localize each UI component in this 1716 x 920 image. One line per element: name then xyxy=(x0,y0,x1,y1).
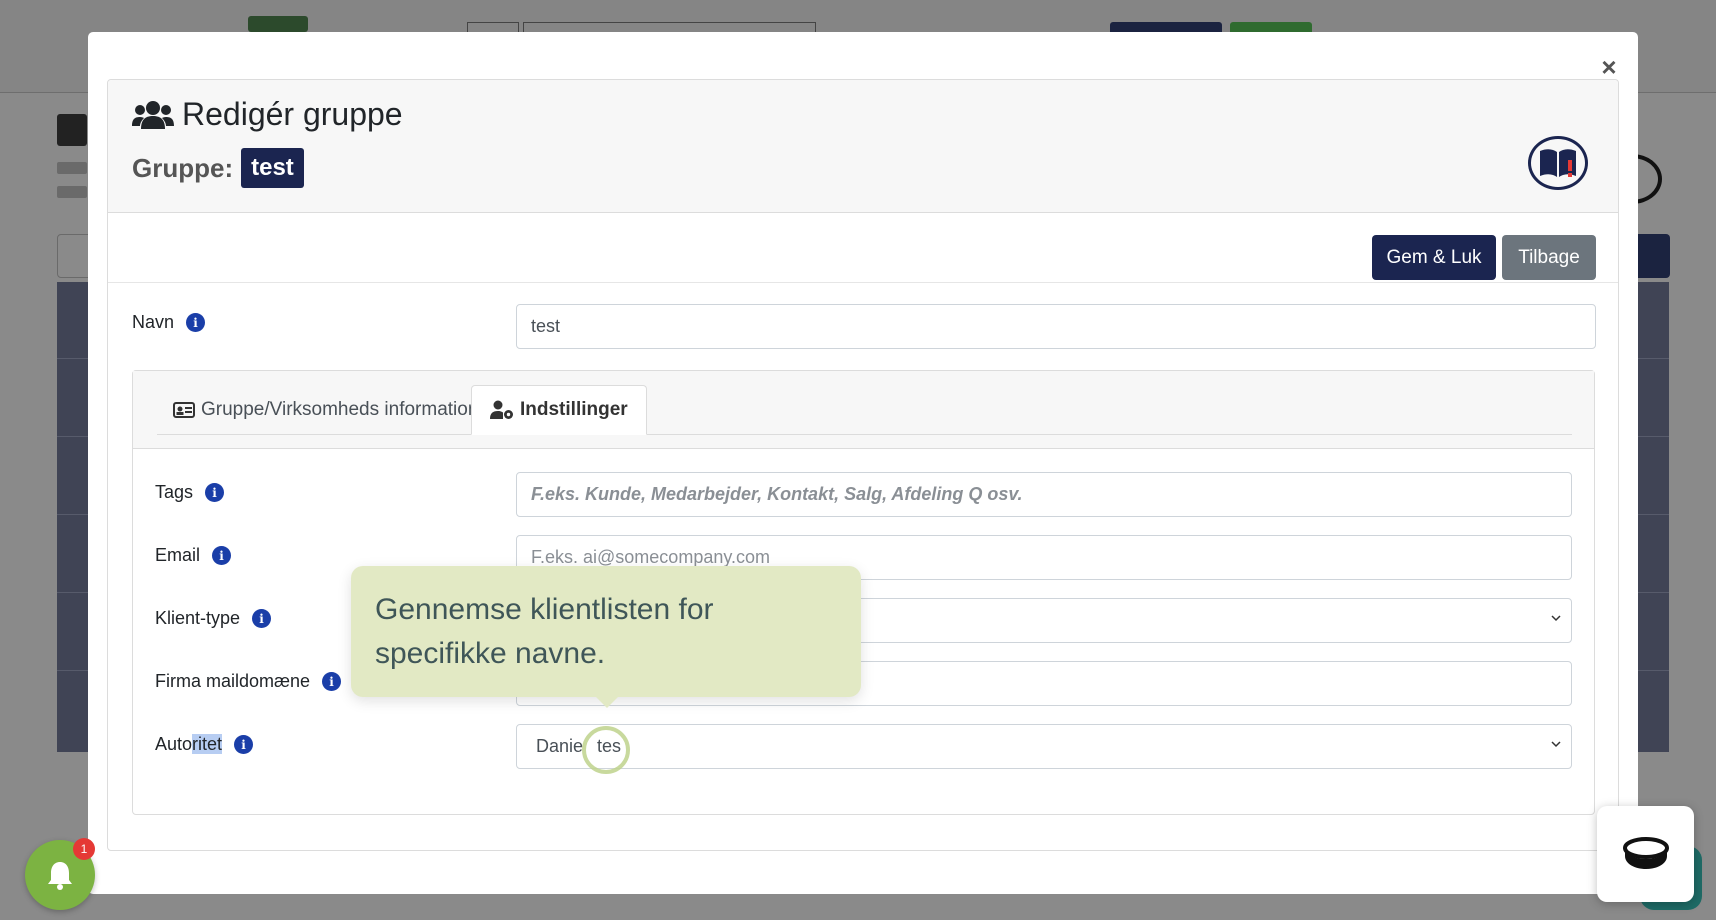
click-target-indicator xyxy=(582,726,630,774)
page-title: Redigér gruppe xyxy=(132,96,403,133)
authority-label-highlight: ritet xyxy=(192,734,223,754)
tab-group-info-label: Gruppe/Virksomheds information xyxy=(201,399,479,420)
authority-value-a: Danie xyxy=(536,736,584,756)
name-input[interactable]: test xyxy=(516,304,1596,349)
info-icon[interactable]: i xyxy=(186,313,206,332)
background-text xyxy=(57,186,87,198)
group-name-badge: test xyxy=(241,148,304,188)
bell-icon xyxy=(48,862,72,890)
help-book-icon[interactable] xyxy=(1528,136,1588,190)
tags-input[interactable]: F.eks. Kunde, Medarbejder, Kontakt, Salg… xyxy=(516,472,1572,517)
card-header: Redigér gruppe Gruppe: test xyxy=(108,80,1618,213)
chat-widget-button[interactable] xyxy=(1597,806,1694,902)
authority-field-row: Autoritet i xyxy=(155,734,254,755)
chevron-down-icon xyxy=(1551,615,1561,622)
mail-domain-field-row: Firma maildomæne i xyxy=(155,671,342,692)
edit-group-card: Redigér gruppe Gruppe: test Gem & Luk Ti… xyxy=(107,79,1619,851)
info-icon[interactable]: i xyxy=(252,609,272,628)
name-field-row: Navn i xyxy=(132,312,206,333)
info-icon[interactable]: i xyxy=(205,483,225,502)
group-subtitle: Gruppe: test xyxy=(132,148,304,188)
authority-select[interactable]: Danie tes xyxy=(516,724,1572,769)
authority-label: Autoritet xyxy=(155,734,223,755)
group-label: Gruppe: xyxy=(132,152,234,183)
user-gear-icon xyxy=(490,400,513,419)
back-button[interactable]: Tilbage xyxy=(1502,235,1596,280)
name-label: Navn xyxy=(132,312,175,332)
email-placeholder: F.eks. ai@somecompany.com xyxy=(531,547,771,567)
client-type-label: Klient-type xyxy=(155,608,241,628)
notification-count-badge: 1 xyxy=(73,838,95,860)
name-input-value: test xyxy=(531,316,561,336)
info-icon[interactable]: i xyxy=(234,735,254,754)
background-logo xyxy=(248,16,308,32)
client-type-field-row: Klient-type i xyxy=(155,608,272,629)
authority-label-prefix: Auto xyxy=(155,734,193,754)
tooltip-text: Gennemse klientlisten for specifikke nav… xyxy=(375,593,714,670)
info-icon[interactable]: i xyxy=(322,672,342,691)
toolbar: Gem & Luk Tilbage xyxy=(108,213,1618,283)
tab-settings-label: Indstillinger xyxy=(520,399,628,420)
tags-placeholder: F.eks. Kunde, Medarbejder, Kontakt, Salg… xyxy=(531,484,1023,504)
id-card-icon xyxy=(173,402,195,418)
modal-title: Redigér gruppe xyxy=(182,96,403,132)
tabs-bar: Gruppe/Virksomheds information Indstilli… xyxy=(133,371,1594,449)
tooltip-arrow xyxy=(595,696,619,708)
chevron-down-icon xyxy=(1551,741,1561,748)
close-icon[interactable]: × xyxy=(1597,52,1621,82)
contact-book-icon xyxy=(57,114,87,146)
tags-label: Tags xyxy=(155,482,194,502)
info-icon[interactable]: i xyxy=(212,546,232,565)
users-icon xyxy=(132,100,174,129)
tags-field-row: Tags i xyxy=(155,482,225,503)
mail-domain-label: Firma maildomæne xyxy=(155,671,311,691)
email-field-row: Email i xyxy=(155,545,232,566)
background-text xyxy=(57,162,87,174)
guide-tooltip: Gennemse klientlisten for specifikke nav… xyxy=(351,566,861,708)
save-close-button[interactable]: Gem & Luk xyxy=(1372,235,1496,280)
tab-group-info[interactable]: Gruppe/Virksomheds information xyxy=(155,385,496,435)
email-label: Email xyxy=(155,545,201,565)
chat-icon xyxy=(1622,837,1669,869)
tab-settings[interactable]: Indstillinger xyxy=(471,385,647,435)
